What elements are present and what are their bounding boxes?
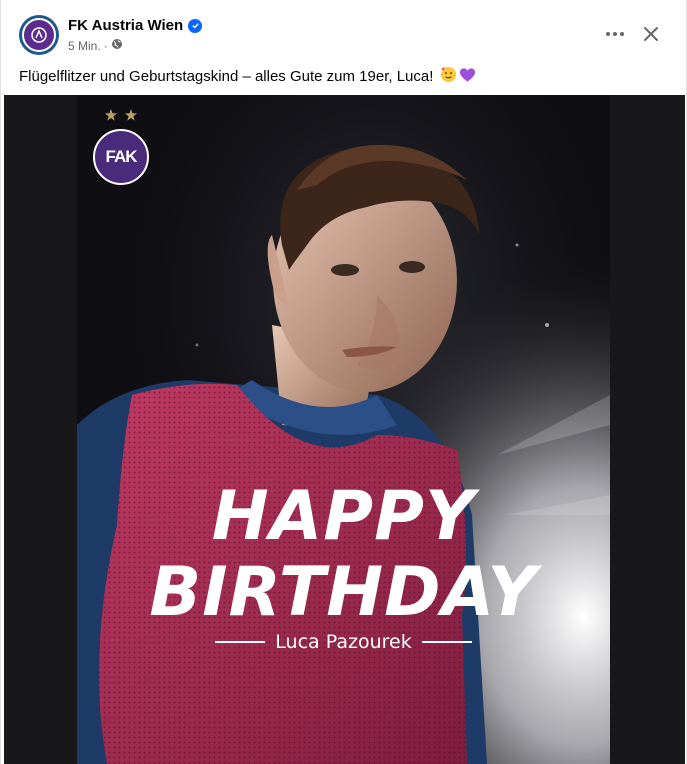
page-avatar[interactable] (19, 15, 59, 55)
club-crest-badge: FAK (93, 129, 149, 185)
post-meta: 5 Min. · (68, 38, 123, 53)
happy-title: HAPPY (211, 477, 476, 556)
player-photo (77, 95, 610, 764)
post-timestamp[interactable]: 5 Min. (68, 39, 101, 53)
player-name: Luca Pazourek (275, 631, 412, 653)
meta-separator: · (103, 38, 108, 53)
club-crest-icon (22, 18, 56, 52)
club-badge-text: FAK (105, 147, 138, 166)
more-options-icon (606, 32, 610, 36)
club-logo: FAK (91, 109, 151, 189)
close-button[interactable] (637, 20, 665, 48)
post-caption-text: Flügelflitzer und Geburtstagskind – alle… (19, 68, 434, 85)
star-icon (125, 109, 137, 121)
more-options-button[interactable] (599, 20, 631, 48)
facebook-post-card: FK Austria Wien 5 Min. · Flügelflitzer u… (0, 0, 687, 764)
verified-badge-icon (188, 18, 203, 33)
divider-left (215, 641, 266, 643)
globe-icon (111, 38, 123, 53)
post-media[interactable]: FAK HAPPY BIRTHDAY Luca Pazourek (4, 95, 685, 764)
divider-right (421, 641, 472, 643)
partying-face-emoji (440, 66, 457, 87)
birthday-title: BIRTHDAY (149, 553, 538, 632)
post-caption: Flügelflitzer und Geburtstagskind – alle… (19, 66, 476, 87)
page-name-label[interactable]: FK Austria Wien (68, 17, 183, 34)
post-header: FK Austria Wien 5 Min. · (1, 0, 687, 60)
close-icon (644, 27, 658, 41)
star-icon (105, 109, 117, 121)
birthday-graphic[interactable]: FAK HAPPY BIRTHDAY Luca Pazourek (77, 95, 610, 764)
page-name[interactable]: FK Austria Wien (68, 17, 203, 34)
purple-heart-emoji (459, 67, 476, 87)
player-name-row: Luca Pazourek (77, 631, 610, 653)
